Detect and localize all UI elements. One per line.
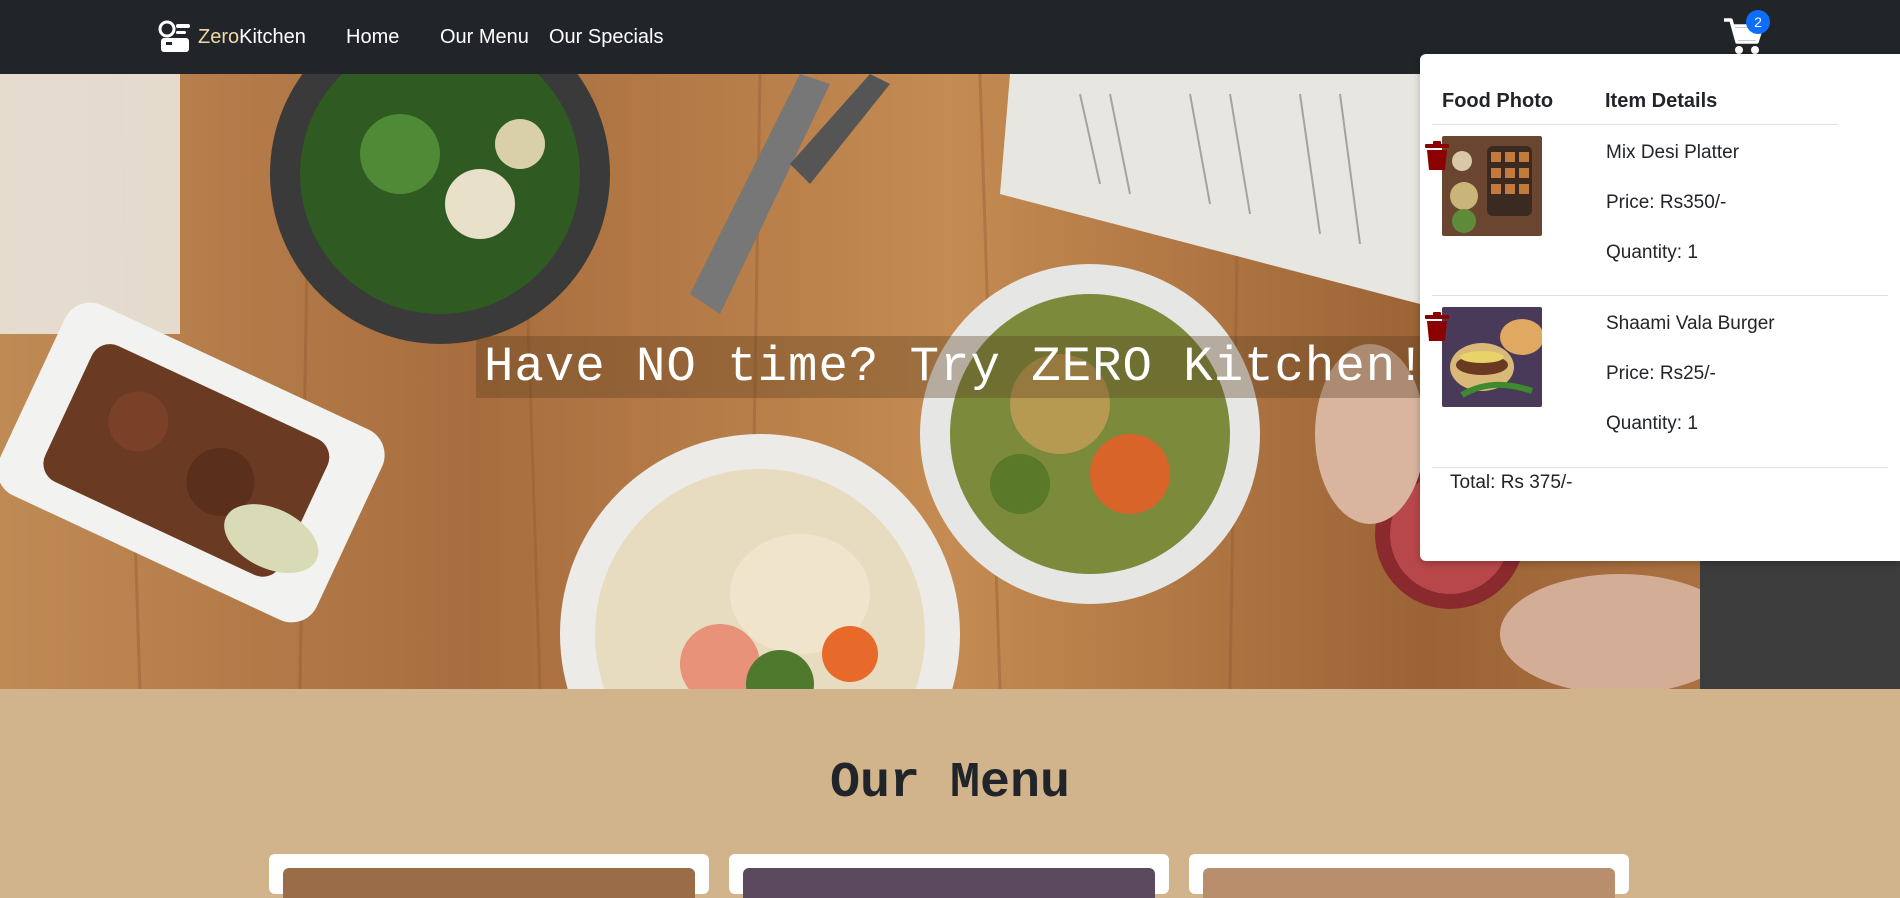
cart-dropdown: Food Photo Item Details Mix Desi Platter… bbox=[1420, 54, 1900, 561]
trash-icon[interactable] bbox=[1424, 312, 1450, 342]
cart-item-quantity: Quantity: 1 bbox=[1606, 413, 1698, 434]
brand[interactable]: Zero Kitchen bbox=[158, 18, 306, 56]
brand-name-zero: Zero bbox=[198, 25, 240, 48]
menu-card[interactable] bbox=[1189, 854, 1629, 898]
cart-item-name: Mix Desi Platter bbox=[1606, 142, 1740, 163]
header-food-photo: Food Photo bbox=[1442, 90, 1554, 112]
hero-headline: Have NO time? Try ZERO Kitchen! bbox=[476, 336, 1435, 398]
nav-our-menu[interactable]: Our Menu bbox=[440, 26, 529, 49]
header-item-details: Item Details bbox=[1605, 90, 1718, 112]
menu-card-image bbox=[283, 868, 695, 898]
menu-card-image bbox=[743, 868, 1155, 898]
divider bbox=[1432, 124, 1838, 125]
trash-icon[interactable] bbox=[1424, 141, 1450, 171]
cart-total: Total: Rs 375/- bbox=[1450, 472, 1573, 493]
cart-item-name: Shaami Vala Burger bbox=[1606, 313, 1775, 334]
menu-section-title: Our Menu bbox=[829, 755, 1071, 812]
app-logo-icon bbox=[158, 20, 190, 52]
cart-item-price: Price: Rs25/- bbox=[1606, 363, 1716, 384]
cart-item-photo bbox=[1442, 307, 1542, 407]
nav-our-specials[interactable]: Our Specials bbox=[549, 26, 664, 49]
nav-home[interactable]: Home bbox=[346, 26, 399, 49]
menu-card-image bbox=[1203, 868, 1615, 898]
cart-item-quantity: Quantity: 1 bbox=[1606, 242, 1698, 263]
brand-name-kitchen: Kitchen bbox=[239, 25, 306, 48]
divider bbox=[1432, 467, 1888, 468]
menu-card[interactable] bbox=[269, 854, 709, 898]
cart-item-photo bbox=[1442, 136, 1542, 236]
cart-item-price: Price: Rs350/- bbox=[1606, 192, 1727, 213]
menu-section: Our Menu bbox=[0, 689, 1900, 898]
divider bbox=[1432, 295, 1888, 296]
menu-card[interactable] bbox=[729, 854, 1169, 898]
cart-count-badge: 2 bbox=[1746, 10, 1770, 34]
